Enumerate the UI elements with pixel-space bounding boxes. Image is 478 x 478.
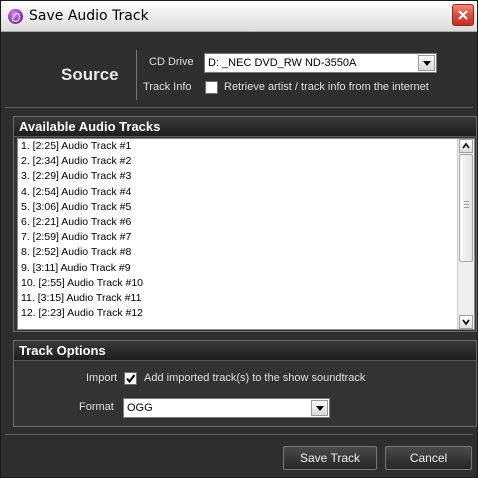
list-item[interactable]: 4. [2:54] Audio Track #4 — [21, 186, 131, 199]
chevron-down-icon[interactable] — [311, 400, 328, 416]
list-item[interactable]: 11. [3:15] Audio Track #11 — [21, 292, 141, 305]
scrollbar-thumb[interactable] — [459, 154, 473, 262]
tracks-panel-header: Available Audio Tracks — [14, 117, 476, 137]
tracks-panel: Available Audio Tracks 1. [2:25] Audio T… — [13, 116, 477, 332]
list-item[interactable]: 10. [2:55] Audio Track #10 — [21, 277, 143, 290]
window-title: Save Audio Track — [29, 8, 149, 24]
import-label: Import — [86, 372, 118, 384]
format-select[interactable]: OGG — [123, 398, 330, 418]
list-item[interactable]: 6. [2:21] Audio Track #6 — [21, 216, 131, 229]
chevron-down-icon[interactable] — [418, 55, 435, 71]
separator — [5, 434, 473, 435]
title-bar: Save Audio Track — [1, 1, 477, 32]
track-info-checkbox[interactable] — [205, 81, 218, 94]
list-item[interactable]: 3. [2:29] Audio Track #3 — [21, 170, 131, 183]
track-options-heading: Track Options — [19, 343, 106, 358]
close-button[interactable] — [452, 4, 474, 26]
list-item[interactable]: 8. [2:52] Audio Track #8 — [21, 246, 131, 259]
checkmark-icon — [126, 374, 136, 384]
save-audio-track-dialog: Save Audio Track Source CD Drive D: _NEC… — [0, 0, 478, 478]
format-value: OGG — [127, 402, 153, 414]
cd-drive-label: CD Drive — [149, 56, 194, 68]
list-item[interactable]: 7. [2:59] Audio Track #7 — [21, 231, 131, 244]
save-track-button[interactable]: Save Track — [283, 446, 377, 470]
format-label: Format — [79, 401, 114, 413]
list-item[interactable]: 9. [3:11] Audio Track #9 — [21, 262, 131, 275]
list-item[interactable]: 12. [2:23] Audio Track #12 — [21, 307, 143, 320]
source-heading: Source — [61, 65, 119, 84]
tracks-heading: Available Audio Tracks — [19, 119, 161, 134]
cancel-button[interactable]: Cancel — [385, 446, 472, 470]
track-list[interactable]: 1. [2:25] Audio Track #1 2. [2:34] Audio … — [17, 138, 475, 330]
source-divider — [136, 50, 137, 100]
cd-drive-value: D: _NEC DVD_RW ND-3550A — [208, 57, 357, 69]
scroll-up-arrow-icon[interactable] — [459, 139, 473, 153]
track-info-text: Retrieve artist / track info from the in… — [224, 81, 429, 93]
track-options-header: Track Options — [14, 341, 476, 361]
list-item[interactable]: 5. [3:06] Audio Track #5 — [21, 201, 131, 214]
cd-drive-select[interactable]: D: _NEC DVD_RW ND-3550A — [204, 53, 437, 73]
close-icon — [458, 10, 468, 20]
list-item[interactable]: 2. [2:34] Audio Track #2 — [21, 155, 131, 168]
scroll-down-arrow-icon[interactable] — [459, 315, 473, 329]
track-info-label: Track Info — [143, 81, 192, 93]
import-text: Add imported track(s) to the show soundt… — [144, 372, 366, 384]
import-checkbox[interactable] — [124, 372, 137, 385]
list-item[interactable]: 1. [2:25] Audio Track #1 — [21, 140, 131, 153]
separator — [5, 107, 473, 108]
track-list-scrollbar[interactable] — [457, 139, 474, 329]
audio-disc-icon — [8, 9, 23, 24]
